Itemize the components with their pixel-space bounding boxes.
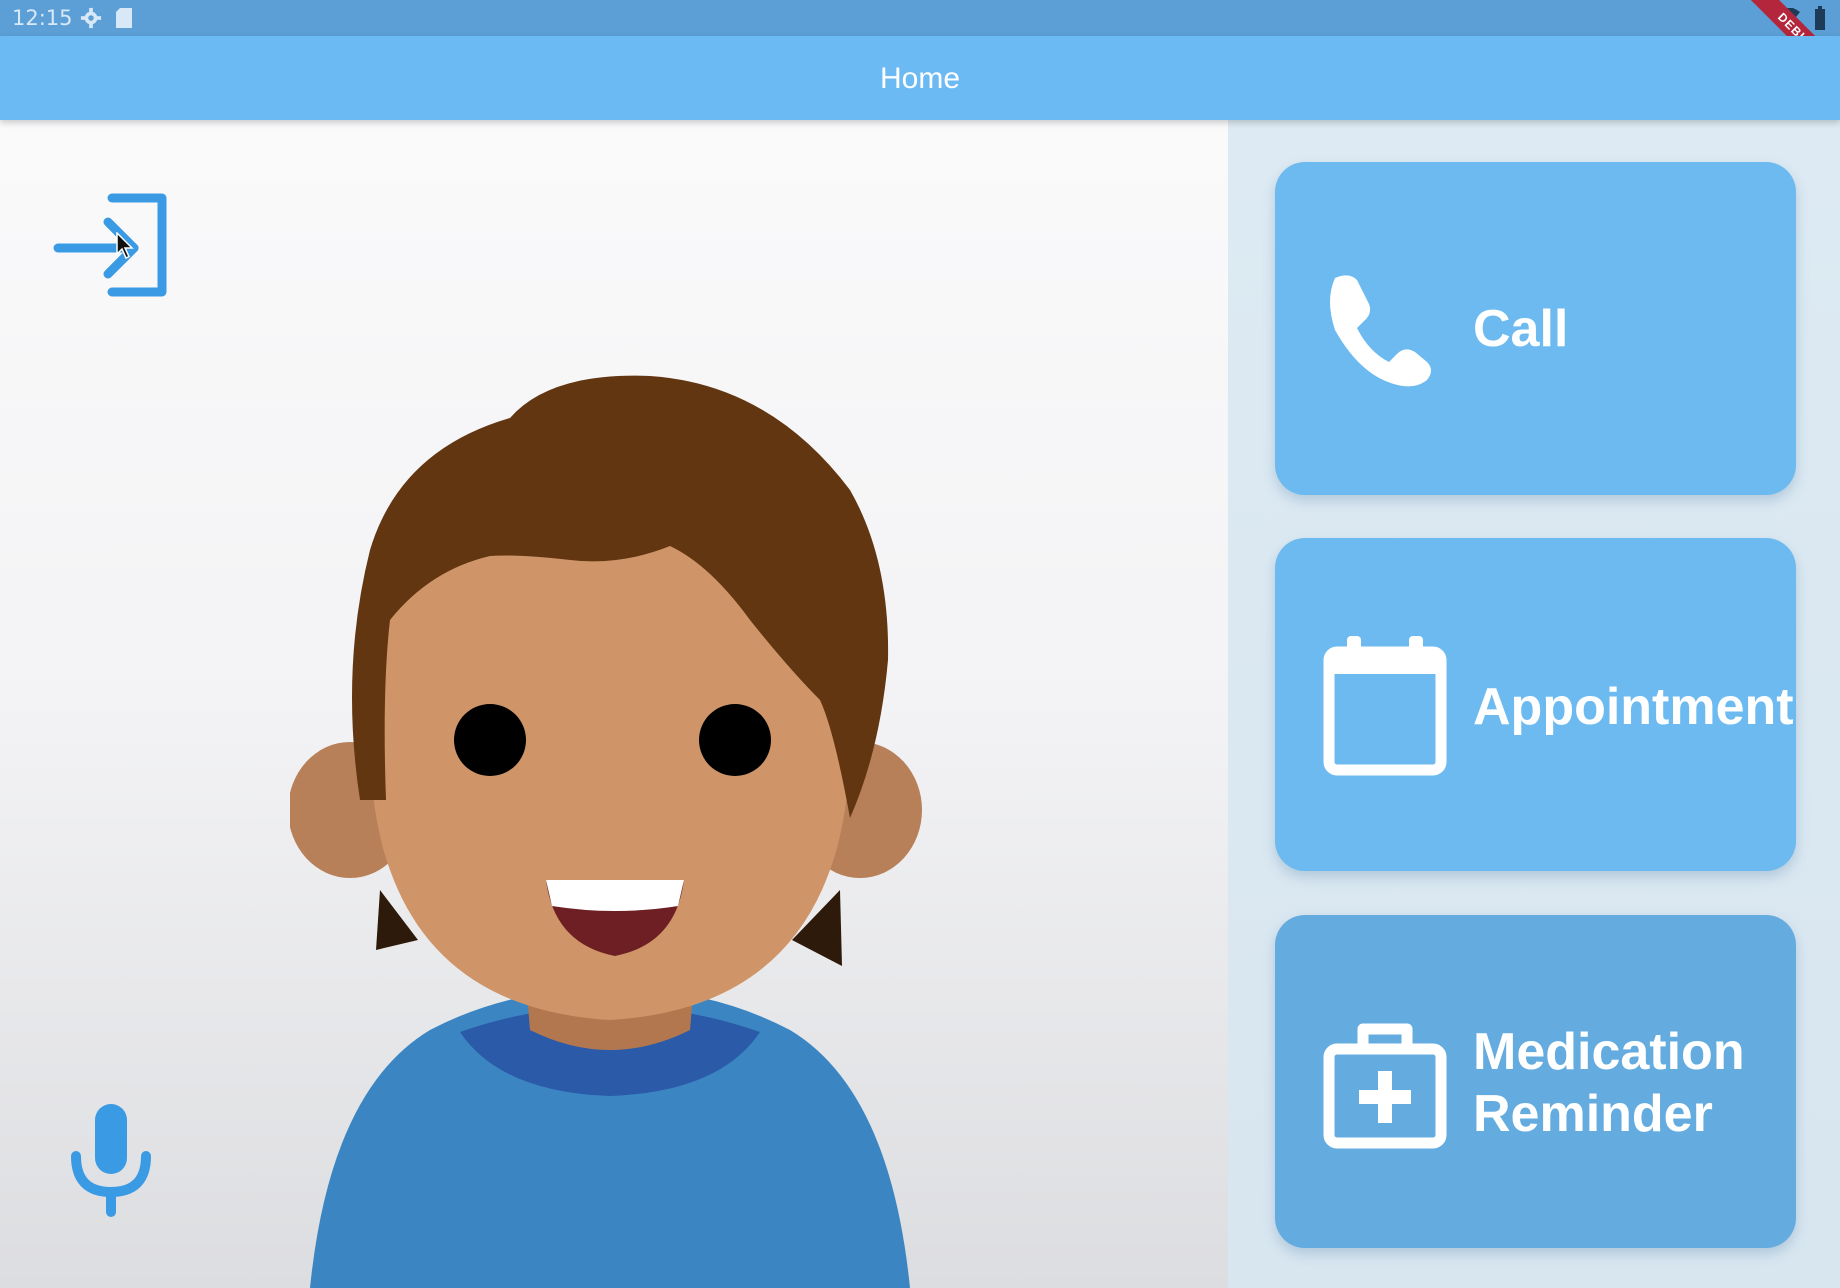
calendar-icon (1323, 636, 1447, 776)
battery-icon (1815, 6, 1825, 30)
status-bar: 12:15 DEBUG (0, 0, 1840, 107)
login-icon (53, 193, 167, 297)
settings-gear-icon (80, 7, 102, 29)
medication-reminder-button[interactable]: Medication Reminder (1275, 915, 1796, 1248)
call-button[interactable]: Call (1275, 162, 1796, 495)
microphone-icon (71, 1104, 151, 1217)
call-label: Call (1473, 300, 1569, 358)
medication-label-line2: Reminder (1473, 1085, 1713, 1143)
avatar-illustration (290, 375, 922, 1288)
microphone-button[interactable] (66, 1100, 156, 1220)
medication-label-line1: Medication (1473, 1023, 1745, 1081)
appointment-label: Appointment (1473, 678, 1794, 736)
app-bar: Home (0, 36, 1840, 120)
login-button[interactable] (52, 190, 172, 310)
medication-label: Medication Reminder (1473, 1021, 1745, 1145)
appointment-button[interactable]: Appointment (1275, 538, 1796, 871)
phone-icon (1330, 275, 1431, 387)
medical-kit-icon (1323, 1023, 1447, 1149)
sd-card-icon (116, 8, 132, 28)
status-time: 12:15 (12, 6, 73, 30)
mouse-cursor-icon (116, 232, 134, 260)
page-title: Home (879, 62, 961, 95)
